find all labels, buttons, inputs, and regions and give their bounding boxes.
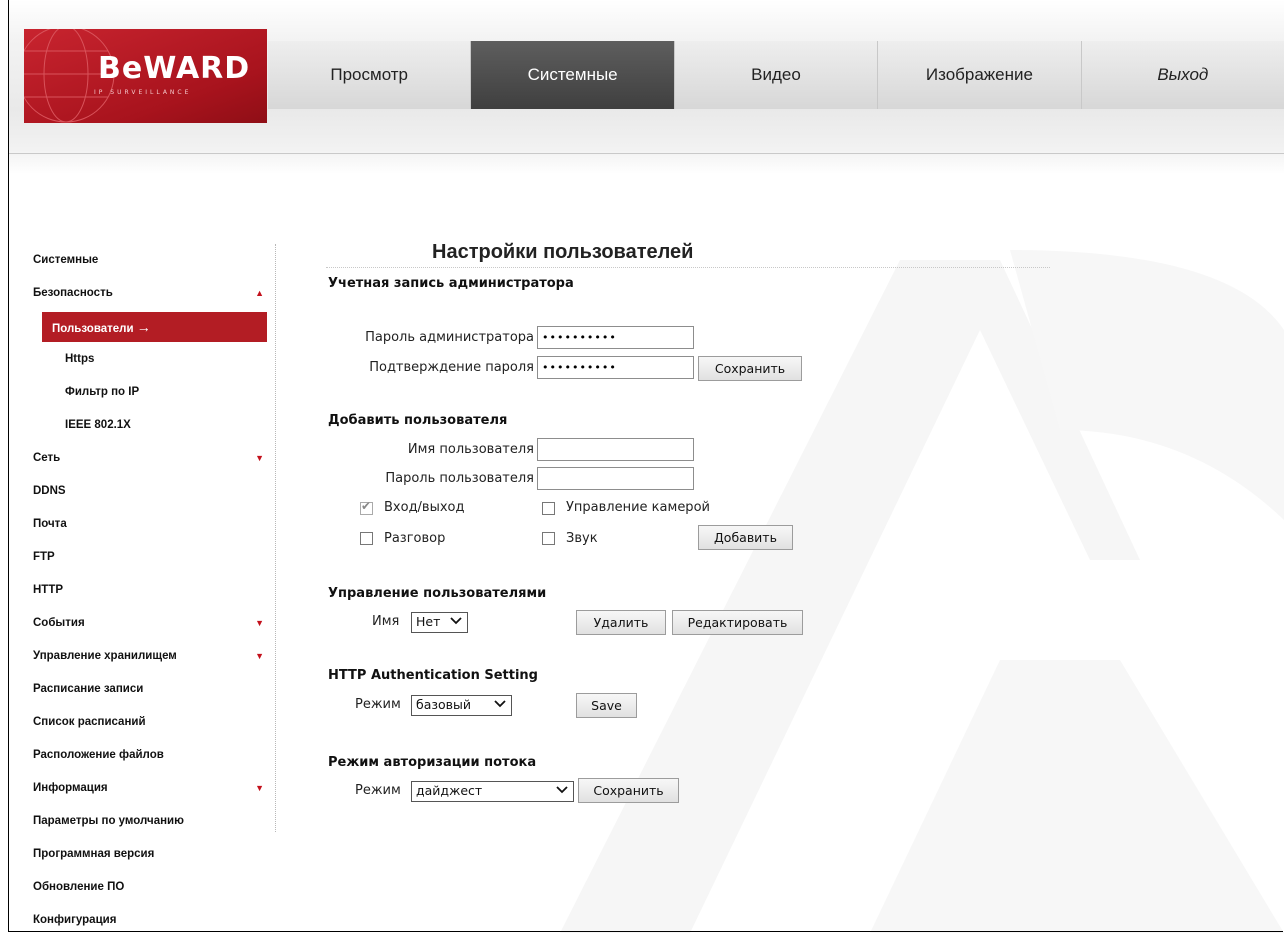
sidebar-item-storage[interactable]: Управление хранилищем ▼	[33, 640, 277, 673]
sidebar-item-label: Параметры по умолчанию	[33, 815, 184, 827]
admin-section-heading: Учетная запись администратора	[328, 276, 574, 291]
edit-user-button[interactable]: Редактировать	[672, 610, 803, 635]
sidebar-item-label: Безопасность	[33, 287, 113, 299]
nav-tab-video[interactable]: Видео	[675, 41, 879, 109]
stream-auth-mode-value: дайджест	[416, 783, 483, 798]
camera-control-checkbox[interactable]	[542, 502, 555, 515]
add-user-section-heading: Добавить пользователя	[328, 413, 508, 428]
stream-auth-mode-label: Режим	[355, 783, 401, 798]
sidebar-item-label: DDNS	[33, 485, 66, 497]
sidebar-item-firmware-update[interactable]: Обновление ПО	[33, 871, 277, 904]
chevron-down-icon	[450, 617, 462, 625]
sidebar-item-defaults[interactable]: Параметры по умолчанию	[33, 805, 277, 838]
logo-text: BeWARD	[98, 51, 251, 86]
username-label: Имя пользователя	[407, 442, 534, 457]
sidebar-item-label: HTTP	[33, 584, 64, 596]
login-checkbox[interactable]	[360, 499, 373, 515]
sidebar-item-security[interactable]: Безопасность ▲	[33, 277, 277, 310]
sidebar-item-events[interactable]: События ▼	[33, 607, 277, 640]
camera-control-checkbox-label: Управление камерой	[566, 500, 710, 515]
sidebar: Системные Безопасность ▲ Пользователи → H…	[33, 244, 277, 937]
admin-save-button[interactable]: Сохранить	[698, 356, 802, 381]
add-user-button[interactable]: Добавить	[698, 525, 793, 550]
nav-tab-view[interactable]: Просмотр	[268, 41, 472, 109]
stream-auth-save-button[interactable]: Сохранить	[578, 778, 679, 803]
login-checkbox-label: Вход/выход	[384, 500, 465, 515]
arrow-right-icon: →	[136, 319, 151, 335]
sidebar-item-https[interactable]: Https	[33, 343, 277, 376]
username-field[interactable]	[537, 438, 694, 461]
http-auth-mode-label: Режим	[355, 697, 401, 712]
sidebar-item-network[interactable]: Сеть ▼	[33, 442, 277, 475]
sidebar-item-ieee8021x[interactable]: IEEE 802.1X	[33, 409, 277, 442]
sidebar-item-label: Управление хранилищем	[33, 650, 177, 662]
sidebar-item-configuration[interactable]: Конфигурация	[33, 904, 277, 937]
user-select-value: Нет	[416, 614, 441, 629]
triangle-up-icon: ▲	[255, 288, 264, 298]
sidebar-item-system[interactable]: Системные	[33, 244, 277, 277]
sidebar-item-ddns[interactable]: DDNS	[33, 475, 277, 508]
sidebar-item-label: Расписание записи	[33, 683, 144, 695]
sidebar-item-firmware-version[interactable]: Программная версия	[33, 838, 277, 871]
talk-checkbox[interactable]	[360, 532, 373, 545]
sidebar-item-label: Системные	[33, 254, 99, 266]
page-title: Настройки пользователей	[432, 241, 694, 263]
nav-tab-system[interactable]: Системные	[471, 41, 675, 109]
http-auth-section-heading: HTTP Authentication Setting	[328, 668, 538, 683]
sidebar-item-label: Конфигурация	[33, 914, 117, 926]
sidebar-item-schedule-list[interactable]: Список расписаний	[33, 706, 277, 739]
sidebar-item-label: Фильтр по IP	[65, 386, 140, 398]
chevron-down-icon	[556, 786, 568, 794]
nav-tab-image[interactable]: Изображение	[878, 41, 1082, 109]
sidebar-item-label: Список расписаний	[33, 716, 146, 728]
sidebar-item-ip-filter[interactable]: Фильтр по IP	[33, 376, 277, 409]
sidebar-item-label: Сеть	[33, 452, 61, 464]
sidebar-item-information[interactable]: Информация ▼	[33, 772, 277, 805]
http-auth-mode-select[interactable]: базовый	[411, 695, 512, 716]
admin-password-label: Пароль администратора	[365, 330, 534, 345]
sidebar-item-file-location[interactable]: Расположение файлов	[33, 739, 277, 772]
user-password-field[interactable]	[537, 467, 694, 490]
sidebar-item-record-schedule[interactable]: Расписание записи	[33, 673, 277, 706]
nav-logout[interactable]: Выход	[1082, 41, 1284, 109]
brand-logo[interactable]: BeWARD IP SURVEILLANCE	[24, 29, 267, 123]
sidebar-item-label: IEEE 802.1X	[65, 419, 131, 431]
sidebar-item-users[interactable]: Пользователи →	[42, 312, 267, 342]
sidebar-item-label: Пользователи	[52, 323, 134, 335]
sidebar-item-label: Информация	[33, 782, 108, 794]
top-nav: Просмотр Системные Видео Изображение Вых…	[268, 41, 1284, 109]
confirm-password-label: Подтверждение пароля	[369, 360, 534, 375]
sound-checkbox-label: Звук	[566, 531, 598, 546]
talk-checkbox-label: Разговор	[384, 531, 446, 546]
http-auth-save-button[interactable]: Save	[576, 693, 637, 718]
triangle-down-icon: ▼	[255, 783, 264, 793]
sidebar-item-label: События	[33, 617, 85, 629]
stream-auth-section-heading: Режим авторизации потока	[328, 755, 537, 770]
sound-checkbox[interactable]	[542, 532, 555, 545]
sidebar-item-label: Https	[65, 353, 95, 365]
sidebar-item-ftp[interactable]: FTP	[33, 541, 277, 574]
triangle-down-icon: ▼	[255, 651, 264, 661]
sidebar-item-label: Почта	[33, 518, 67, 530]
logo-subtitle: IP SURVEILLANCE	[94, 89, 192, 96]
manage-name-label: Имя	[372, 614, 400, 629]
chevron-down-icon	[494, 700, 506, 708]
sidebar-item-http[interactable]: HTTP	[33, 574, 277, 607]
sidebar-item-label: Программная версия	[33, 848, 155, 860]
triangle-down-icon: ▼	[255, 453, 264, 463]
sidebar-item-label: Обновление ПО	[33, 881, 125, 893]
manage-users-section-heading: Управление пользователями	[328, 586, 547, 601]
admin-password-field[interactable]	[537, 326, 694, 349]
confirm-password-field[interactable]	[537, 356, 694, 379]
http-auth-mode-value: базовый	[416, 697, 472, 712]
triangle-down-icon: ▼	[255, 618, 264, 628]
sidebar-item-label: FTP	[33, 551, 55, 563]
user-password-label: Пароль пользователя	[385, 471, 534, 486]
sidebar-item-mail[interactable]: Почта	[33, 508, 277, 541]
sidebar-item-label: Расположение файлов	[33, 749, 164, 761]
delete-user-button[interactable]: Удалить	[576, 610, 666, 635]
stream-auth-mode-select[interactable]: дайджест	[411, 781, 574, 802]
user-select[interactable]: Нет	[411, 612, 468, 633]
title-divider	[326, 267, 1050, 268]
